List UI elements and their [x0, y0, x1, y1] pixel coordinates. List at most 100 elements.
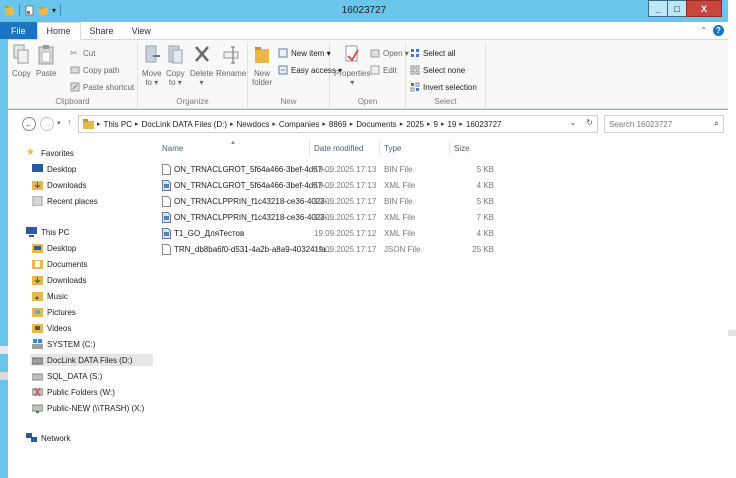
- nav-favorites-recent-places[interactable]: Recent places: [32, 196, 98, 206]
- close-button[interactable]: X: [686, 0, 722, 17]
- breadcrumb-9[interactable]: 9: [434, 120, 438, 129]
- file-size: 7 KB: [476, 213, 494, 222]
- paste-button[interactable]: Paste: [36, 44, 56, 78]
- table-row[interactable]: ON_TRNACLGROT_5f64a466-3bef-4d67-... 19.…: [158, 178, 498, 193]
- address-bar[interactable]: ▸ This PC ▸ DocLink DATA Files (D:) ▸ Ne…: [78, 115, 598, 133]
- address-dropdown-icon[interactable]: ⌄: [570, 118, 577, 127]
- file-list: ▲ Name Date modified Type Size ON_TRNACL…: [158, 137, 728, 478]
- table-row[interactable]: TRN_db8ba6f0-d531-4a2b-a8a9-403241fa... …: [158, 242, 498, 257]
- nav-pc-public-folders-w[interactable]: Public Folders (W:): [32, 387, 115, 397]
- breadcrumb-2025[interactable]: 2025: [406, 120, 424, 129]
- new-folder-button[interactable]: New folder: [252, 44, 272, 87]
- nav-label: Recent places: [47, 196, 98, 206]
- downloads-folder-icon: [32, 276, 43, 285]
- breadcrumb-19[interactable]: 19: [447, 120, 456, 129]
- rename-button[interactable]: Rename: [216, 44, 246, 78]
- maximize-button[interactable]: □: [667, 0, 687, 17]
- nav-pc-doclink-d[interactable]: DocLink DATA Files (D:): [30, 354, 153, 366]
- search-icon[interactable]: ⌕: [714, 118, 719, 129]
- easy-access-icon: [278, 65, 288, 75]
- move-to-button[interactable]: Move to ▾: [142, 44, 162, 87]
- nav-pc-public-new-x[interactable]: Public-NEW (\\TRASH) (X:): [32, 403, 144, 413]
- column-header-date-modified[interactable]: Date modified: [310, 141, 380, 155]
- recent-locations-icon[interactable]: ▾: [57, 119, 61, 127]
- breadcrumb-this-pc[interactable]: This PC: [104, 120, 132, 129]
- copy-to-label: Copy to ▾: [166, 69, 185, 87]
- nav-pc-sql-data-s[interactable]: SQL_DATA (S:): [32, 371, 102, 381]
- table-row[interactable]: T1_GO_ДляТестов 19.09.2025 17:12 XML Fil…: [158, 226, 498, 241]
- new-item-icon: [278, 48, 288, 58]
- nav-pc-videos[interactable]: Videos: [32, 323, 71, 333]
- new-item-button[interactable]: New item ▾: [278, 48, 331, 58]
- desktop-icon: [32, 164, 43, 172]
- nav-network[interactable]: Network: [26, 433, 70, 443]
- chevron-up-icon[interactable]: ⌃: [700, 26, 707, 35]
- background-fragment: [0, 346, 8, 354]
- nav-pc-downloads[interactable]: Downloads: [32, 275, 87, 285]
- cut-label: Cut: [83, 48, 96, 58]
- open-button[interactable]: Open ▾: [370, 48, 409, 58]
- breadcrumb-separator: ▸: [322, 121, 326, 128]
- forward-button[interactable]: →: [40, 117, 54, 131]
- new-folder-label: New folder: [252, 69, 273, 87]
- invert-selection-button[interactable]: Invert selection: [410, 82, 477, 92]
- edit-button[interactable]: Edit: [370, 65, 397, 75]
- breadcrumb-separator: ▸: [97, 121, 101, 128]
- organize-group-label: Organize: [176, 97, 209, 106]
- nav-favorites-downloads[interactable]: Downloads: [32, 180, 87, 190]
- column-header-size[interactable]: Size: [450, 141, 498, 155]
- scissors-icon: ✂: [70, 48, 78, 58]
- caption-buttons: _ □ X: [648, 0, 722, 17]
- up-arrow-icon[interactable]: ↑: [67, 117, 72, 127]
- bin-file-icon: [162, 196, 171, 207]
- nav-pc-system-c[interactable]: SYSTEM (C:): [32, 339, 95, 349]
- window-title: 16023727: [341, 5, 387, 16]
- nav-this-pc[interactable]: This PC: [26, 227, 69, 237]
- tab-home[interactable]: Home: [36, 22, 81, 40]
- table-row[interactable]: ON_TRNACLGROT_5f64a466-3bef-4d67-... 19.…: [158, 162, 498, 177]
- column-header-name[interactable]: ▲ Name: [158, 140, 310, 155]
- breadcrumb-16023727[interactable]: 16023727: [466, 120, 502, 129]
- delete-button[interactable]: Delete ▾: [190, 44, 213, 87]
- select-none-button[interactable]: Select none: [410, 65, 465, 75]
- breadcrumb-newdocs[interactable]: Newdocs: [237, 120, 270, 129]
- nav-pc-desktop[interactable]: Desktop: [32, 243, 76, 253]
- breadcrumb-drive-d[interactable]: DocLink DATA Files (D:): [141, 120, 227, 129]
- file-name: T1_GO_ДляТестов: [174, 229, 245, 238]
- table-row[interactable]: ON_TRNACLPPRIN_f1c43218-ce36-4023-... 19…: [158, 194, 498, 209]
- copy-to-icon: [168, 45, 183, 64]
- paste-shortcut-button[interactable]: Paste shortcut: [70, 82, 134, 92]
- breadcrumb-separator: ▸: [134, 121, 139, 128]
- breadcrumb-8869[interactable]: 8869: [329, 120, 347, 129]
- refresh-icon[interactable]: ↻: [586, 118, 593, 127]
- nav-favorites[interactable]: ★ Favorites: [26, 148, 74, 158]
- tab-view[interactable]: View: [123, 22, 160, 39]
- nav-pc-documents[interactable]: Documents: [32, 259, 87, 269]
- help-icon[interactable]: ?: [713, 25, 724, 36]
- breadcrumb-companies[interactable]: Companies: [279, 120, 319, 129]
- cut-button[interactable]: ✂ Cut: [70, 48, 95, 58]
- arrow-left-icon: ←: [25, 119, 33, 129]
- recent-places-icon: [32, 196, 43, 206]
- search-input[interactable]: Search 16023727: [609, 120, 672, 129]
- copy-to-button[interactable]: Copy to ▾: [166, 44, 185, 87]
- delete-dropdown-icon[interactable]: ▾: [200, 78, 204, 87]
- tab-share[interactable]: Share: [81, 22, 123, 39]
- column-header-type[interactable]: Type: [380, 141, 450, 155]
- nav-pc-music[interactable]: Music: [32, 291, 68, 301]
- properties-button[interactable]: Properties ▾: [334, 44, 370, 87]
- copy-button[interactable]: Copy: [12, 44, 31, 78]
- breadcrumb-documents[interactable]: Documents: [356, 120, 396, 129]
- copy-path-button[interactable]: Copy path: [70, 65, 119, 75]
- copy-label: Copy: [12, 69, 31, 78]
- nav-favorites-desktop[interactable]: Desktop: [32, 164, 76, 174]
- nav-pc-pictures[interactable]: Pictures: [32, 307, 76, 317]
- bin-file-icon: [162, 164, 171, 175]
- nav-label: Public Folders (W:): [47, 387, 115, 397]
- minimize-button[interactable]: _: [648, 0, 668, 17]
- select-all-button[interactable]: Select all: [410, 48, 455, 58]
- search-box[interactable]: Search 16023727 ⌕: [604, 115, 724, 133]
- properties-dropdown-icon[interactable]: ▾: [350, 78, 354, 87]
- table-row[interactable]: ON_TRNACLPPRIN_f1c43218-ce36-4023-... 19…: [158, 210, 498, 225]
- back-button[interactable]: ←: [22, 117, 36, 131]
